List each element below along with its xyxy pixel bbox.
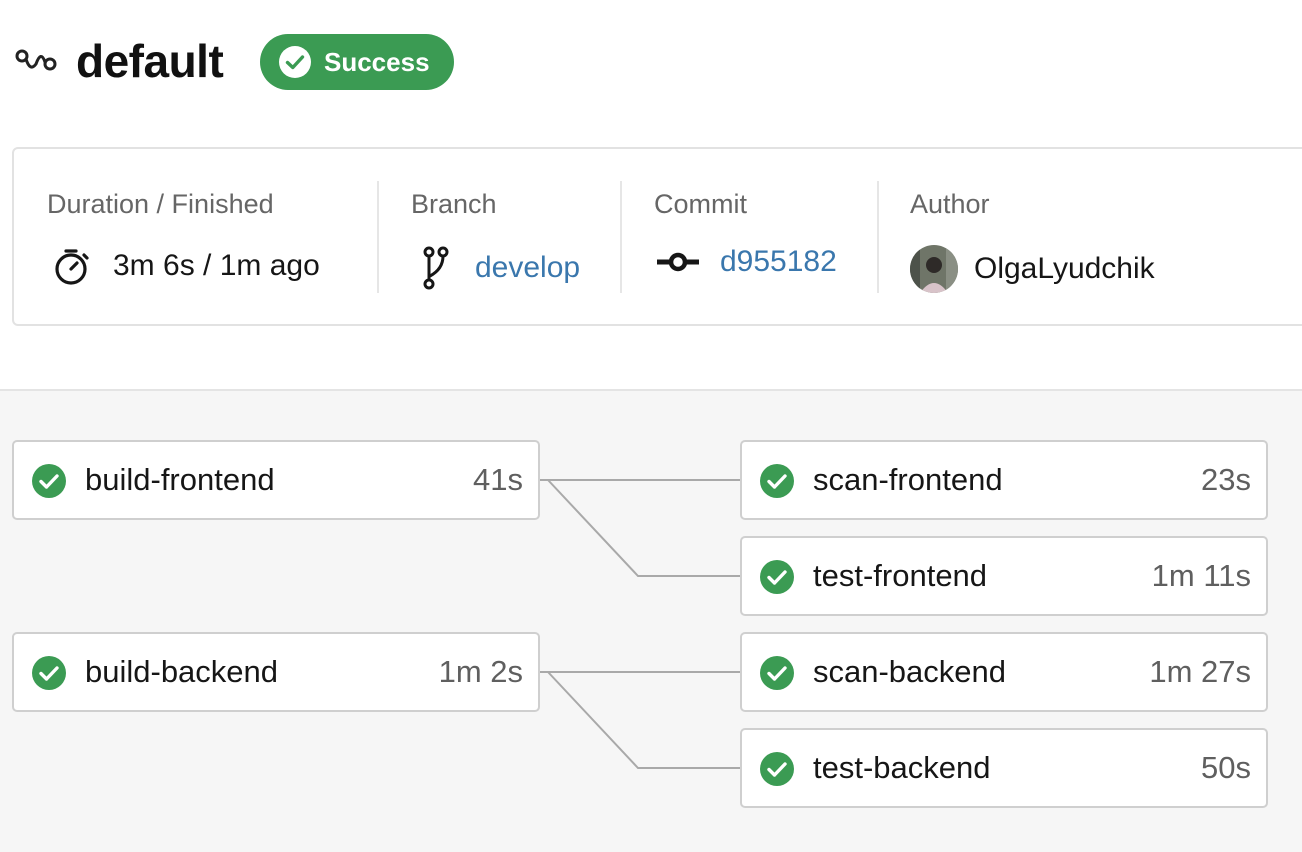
duration-label: Duration / Finished (47, 189, 274, 219)
connector-build-frontend-test-frontend (547, 479, 741, 577)
job-card-test-frontend[interactable]: test-frontend 1m 11s (740, 536, 1268, 616)
stopwatch-icon (55, 249, 89, 285)
job-duration: 1m 11s (1151, 558, 1251, 593)
job-name: build-backend (85, 654, 279, 689)
connector-build-backend-test-backend (547, 671, 741, 769)
job-name: scan-backend (813, 654, 1007, 689)
page-title: default (76, 35, 224, 87)
commit-icon (657, 252, 699, 272)
job-name: test-frontend (813, 558, 988, 593)
check-circle-icon (279, 46, 311, 78)
job-duration: 50s (1201, 750, 1251, 785)
branch-label: Branch (411, 189, 497, 219)
job-card-scan-backend[interactable]: scan-backend 1m 27s (740, 632, 1268, 712)
check-circle-icon (32, 464, 66, 498)
job-card-build-frontend[interactable]: build-frontend 41s (12, 440, 540, 520)
avatar (910, 245, 958, 293)
commit-link[interactable]: d955182 (720, 245, 837, 279)
check-circle-icon (760, 656, 794, 690)
workflow-header: default Success (0, 0, 1302, 130)
job-duration: 1m 2s (438, 654, 523, 689)
branch-icon (423, 246, 449, 290)
branch-link[interactable]: develop (475, 251, 580, 285)
commit-label: Commit (654, 189, 747, 219)
job-card-scan-frontend[interactable]: scan-frontend 23s (740, 440, 1268, 520)
author-name: OlgaLyudchik (974, 252, 1155, 285)
job-duration: 1m 27s (1149, 654, 1251, 689)
divider (377, 181, 379, 293)
check-circle-icon (760, 752, 794, 786)
divider (877, 181, 879, 293)
job-card-test-backend[interactable]: test-backend 50s (740, 728, 1268, 808)
check-circle-icon (760, 464, 794, 498)
check-circle-icon (32, 656, 66, 690)
workflow-icon (15, 49, 57, 71)
job-card-build-backend[interactable]: build-backend 1m 2s (12, 632, 540, 712)
status-badge: Success (260, 34, 454, 90)
check-circle-icon (760, 560, 794, 594)
divider (620, 181, 622, 293)
duration-value: 3m 6s / 1m ago (113, 249, 320, 282)
workflow-summary-card: Duration / Finished 3m 6s / 1m ago Branc… (12, 147, 1302, 326)
job-name: build-frontend (85, 462, 275, 497)
author-label: Author (910, 189, 990, 219)
job-duration: 23s (1201, 462, 1251, 497)
job-name: scan-frontend (813, 462, 1003, 497)
job-duration: 41s (473, 462, 523, 497)
pipeline-graph: build-frontend 41s scan-frontend 23s tes… (0, 391, 1302, 852)
job-name: test-backend (813, 750, 991, 785)
status-label: Success (324, 46, 430, 77)
